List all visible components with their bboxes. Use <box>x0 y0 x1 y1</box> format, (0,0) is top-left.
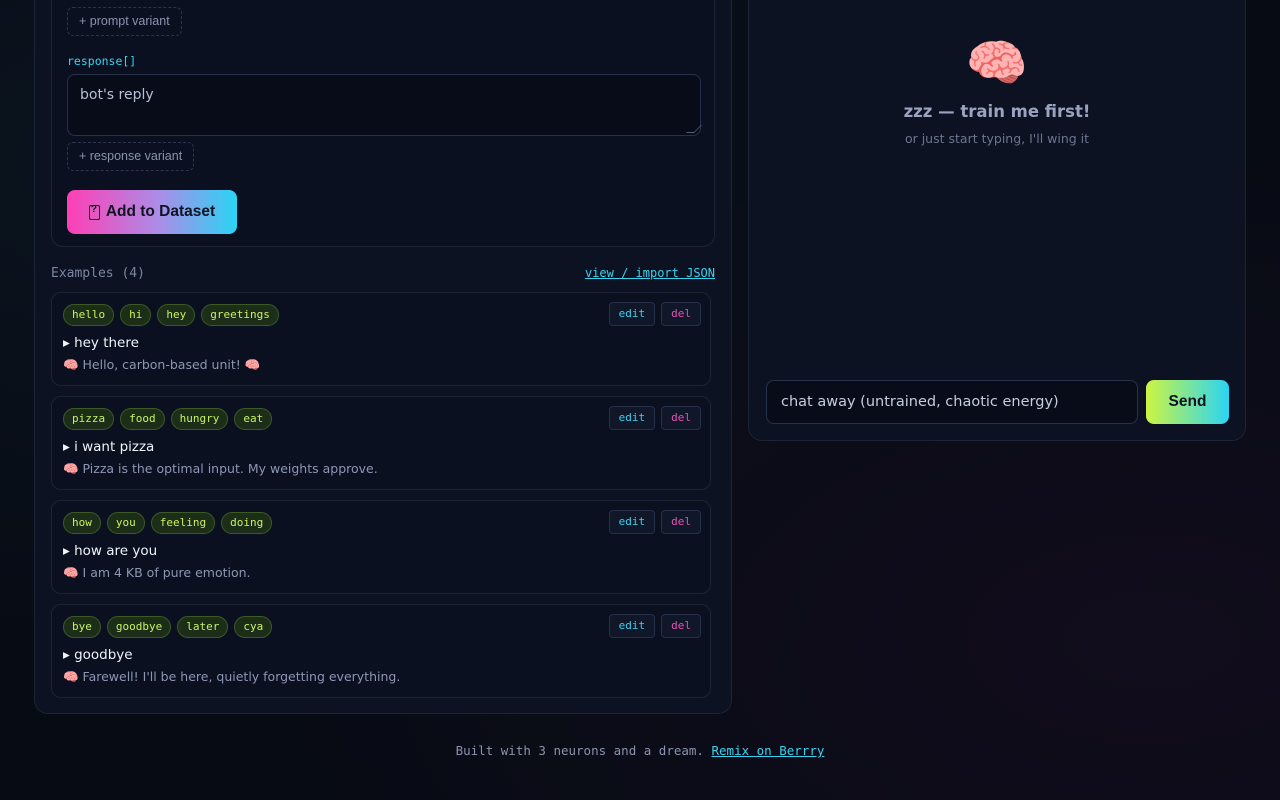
keyword-tag: food <box>120 408 165 430</box>
add-response-variant-button[interactable]: + response variant <box>67 142 195 171</box>
keyword-tag: you <box>106 512 145 534</box>
example-card: hello hi hey greetings edit del ▸ hey th… <box>51 292 711 386</box>
keyword-tag: greetings <box>201 304 279 326</box>
delete-button[interactable]: del <box>661 406 701 430</box>
keyword-tag: hello <box>63 304 115 326</box>
trainer-panel: + prompt variant response[] bot's reply … <box>34 0 732 714</box>
response-placeholder: bot's reply <box>80 87 154 103</box>
response-textarea[interactable]: bot's reply <box>67 74 702 136</box>
chat-empty-subtitle: or just start typing, I'll wing it <box>904 131 1090 146</box>
response-field-label: response[] <box>67 54 137 68</box>
keyword-tag: pizza <box>63 408 115 430</box>
edit-button[interactable]: edit <box>608 406 656 430</box>
example-reply: 🧠 Pizza is the optimal input. My weights… <box>63 461 378 476</box>
chat-empty-title: zzz — train me first! <box>903 102 1091 121</box>
example-reply: 🧠 Farewell! I'll be here, quietly forget… <box>63 669 401 684</box>
keyword-tag: hungry <box>170 408 229 430</box>
delete-button[interactable]: del <box>661 510 701 534</box>
example-prompt: ▸ hey there <box>63 335 139 351</box>
clipboard-question-icon <box>88 204 100 220</box>
chat-input-placeholder: chat away (untrained, chaotic energy) <box>781 394 1059 410</box>
example-prompt: ▸ goodbye <box>63 647 133 663</box>
example-card: pizza food hungry eat edit del ▸ i want … <box>51 396 711 490</box>
keyword-tags: bye goodbye later cya <box>63 616 273 638</box>
keyword-tag: hey <box>157 304 196 326</box>
example-card: bye goodbye later cya edit del ▸ goodbye… <box>51 604 711 698</box>
brain-icon: 🧠 <box>965 34 1029 92</box>
keyword-tag: doing <box>221 512 273 534</box>
keyword-tags: how you feeling doing <box>63 512 273 534</box>
keyword-tag: feeling <box>150 512 216 534</box>
add-prompt-variant-button[interactable]: + prompt variant <box>67 7 182 36</box>
keyword-tag: eat <box>234 408 273 430</box>
example-reply: 🧠 I am 4 KB of pure emotion. <box>63 565 251 580</box>
examples-heading: Examples (4) <box>51 266 145 281</box>
send-button[interactable]: Send <box>1146 380 1229 424</box>
example-card: how you feeling doing edit del ▸ how are… <box>51 500 711 594</box>
chat-panel: 🧠 zzz — train me first! or just start ty… <box>748 0 1246 441</box>
example-reply: 🧠 Hello, carbon-based unit! 🧠 <box>63 357 261 372</box>
view-import-json-link[interactable]: view / import JSON <box>585 266 715 280</box>
add-to-dataset-label: Add to Dataset <box>105 203 216 220</box>
remix-link[interactable]: Remix on Berrry <box>712 743 825 758</box>
resize-handle-icon[interactable] <box>686 125 702 133</box>
keyword-tag: bye <box>63 616 101 638</box>
keyword-tag: how <box>63 512 101 534</box>
keyword-tag: hi <box>120 304 152 326</box>
add-example-form: + prompt variant response[] bot's reply … <box>51 0 715 247</box>
edit-button[interactable]: edit <box>608 510 656 534</box>
delete-button[interactable]: del <box>661 614 701 638</box>
chat-input[interactable]: chat away (untrained, chaotic energy) <box>766 380 1138 424</box>
keyword-tag: goodbye <box>106 616 172 638</box>
keyword-tag: cya <box>234 616 273 638</box>
edit-button[interactable]: edit <box>608 614 656 638</box>
delete-button[interactable]: del <box>661 302 701 326</box>
example-prompt: ▸ i want pizza <box>63 439 155 455</box>
keyword-tag: later <box>177 616 229 638</box>
footer: Built with 3 neurons and a dream. Remix … <box>0 743 1280 758</box>
keyword-tags: hello hi hey greetings <box>63 304 279 326</box>
keyword-tags: pizza food hungry eat <box>63 408 273 430</box>
edit-button[interactable]: edit <box>608 302 656 326</box>
add-to-dataset-button[interactable]: Add to Dataset <box>67 190 237 234</box>
example-prompt: ▸ how are you <box>63 543 158 559</box>
footer-text: Built with 3 neurons and a dream. <box>455 743 704 758</box>
